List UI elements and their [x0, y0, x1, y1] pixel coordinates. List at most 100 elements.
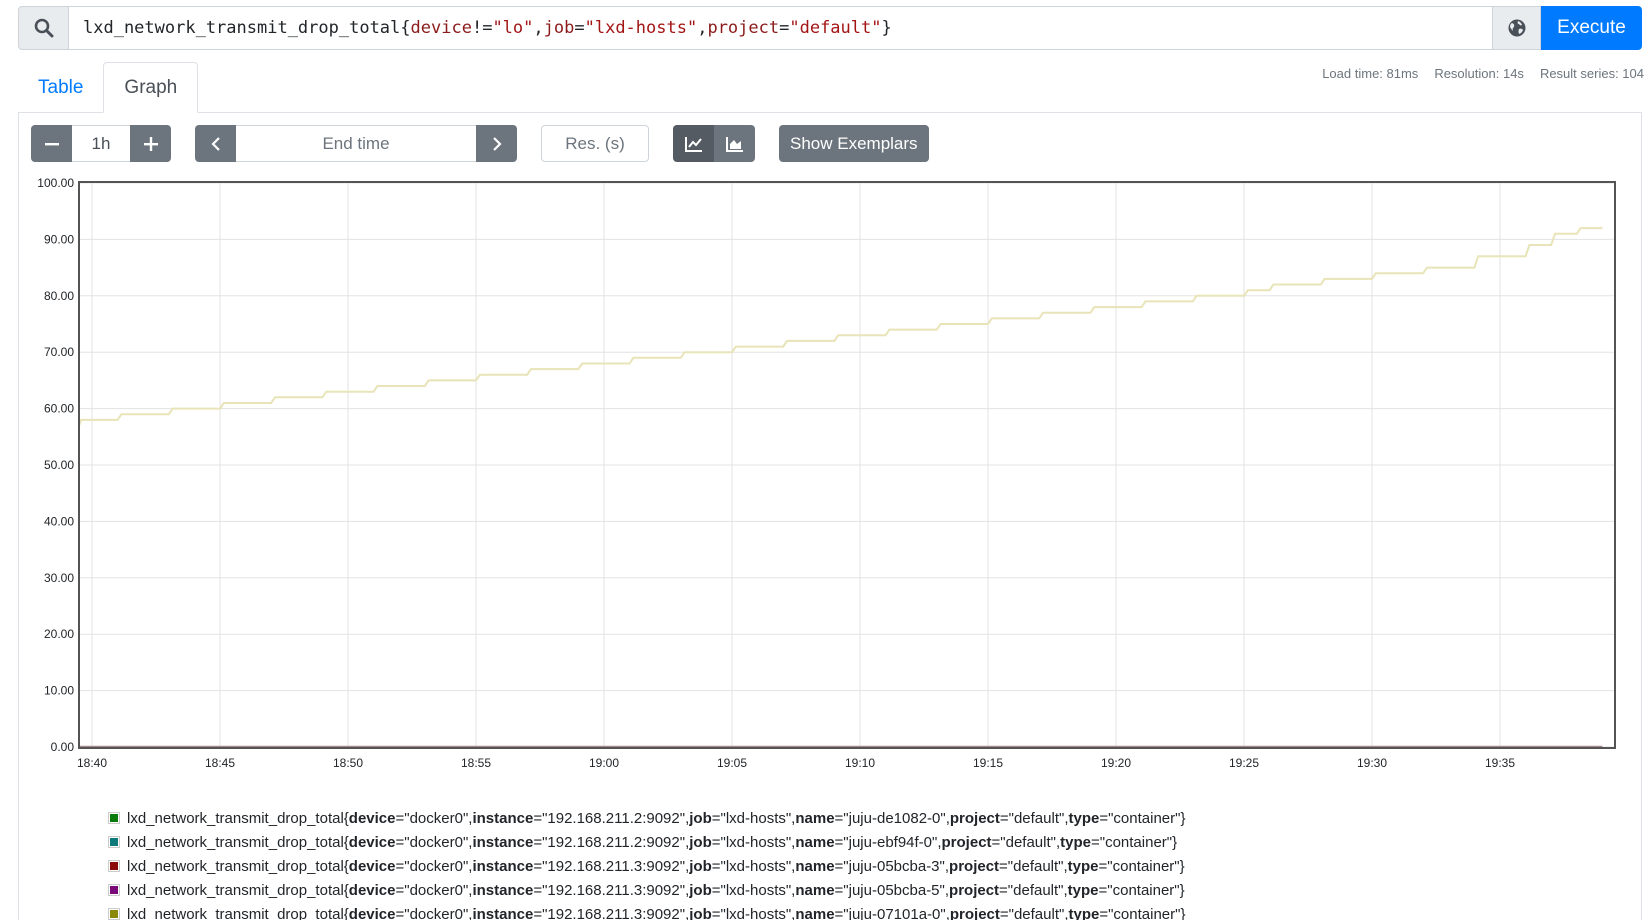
legend-label-value: ="juju-de1082-0", [834, 809, 950, 827]
legend-label-key: device [348, 881, 396, 899]
y-tick-label: 50.00 [44, 458, 74, 472]
legend-label-value: ="juju-05bcba-5", [834, 881, 950, 899]
y-tick-label: 90.00 [44, 232, 74, 246]
y-tick-label: 30.00 [44, 571, 74, 585]
legend-label-value: ="lxd-hosts", [711, 809, 796, 827]
legend-label-value: ="default", [999, 809, 1069, 827]
legend-label-key: instance [472, 881, 534, 899]
legend-label-key: project [949, 905, 1000, 920]
legend-label-value: ="default", [991, 833, 1061, 851]
legend-label-key: device [348, 833, 396, 851]
legend-label-key: name [795, 833, 835, 851]
legend-label-key: type [1067, 881, 1099, 899]
legend-label-value: ="container"} [1099, 905, 1186, 920]
legend-label-value: ="docker0", [395, 833, 473, 851]
legend-label-key: job [689, 833, 712, 851]
series-line[interactable] [78, 227, 1603, 426]
legend-label-key: name [795, 857, 835, 875]
legend-label-key: job [689, 881, 712, 899]
legend-label-value: ="lxd-hosts", [711, 905, 796, 920]
y-tick-label: 100.00 [37, 176, 74, 190]
y-tick-label: 40.00 [44, 514, 74, 528]
x-tick-label: 19:25 [1229, 756, 1259, 770]
legend-label-key: project [949, 809, 1000, 827]
x-axis-ticks: 18:40 18:45 18:50 18:55 19:00 19:05 19:10 19:15… [77, 756, 1515, 770]
legend-label-key: type [1068, 809, 1100, 827]
x-tick-label: 19:30 [1357, 756, 1387, 770]
legend-label-value: ="juju-ebf94f-0", [834, 833, 942, 851]
legend-label-value: ="docker0", [395, 905, 473, 920]
x-tick-label: 19:00 [589, 756, 619, 770]
graph-grid [80, 182, 1614, 748]
legend-label-key: device [348, 809, 396, 827]
legend-label-key: name [795, 881, 835, 899]
legend-metric-name: lxd_network_transmit_drop_total{ [127, 809, 349, 827]
legend-item[interactable]: lxd_network_transmit_drop_total{device ="… [108, 878, 1185, 902]
legend-label-value: ="192.168.211.2:9092", [533, 833, 690, 851]
legend-label-value: ="192.168.211.2:9092", [533, 809, 690, 827]
graph-series [78, 227, 1603, 749]
y-tick-label: 10.00 [44, 684, 74, 698]
time-series-graph[interactable]: 0.00 10.00 20.00 30.00 40.00 50.00 60.00 70.00 8… [0, 0, 1652, 790]
y-tick-label: 20.00 [44, 627, 74, 641]
legend-swatch [108, 836, 120, 848]
x-tick-label: 19:35 [1485, 756, 1515, 770]
legend-label-value: ="container"} [1091, 833, 1178, 851]
legend-label-key: type [1068, 905, 1100, 920]
legend-item[interactable]: lxd_network_transmit_drop_total{device ="… [108, 830, 1185, 854]
legend-label-value: ="default", [999, 857, 1068, 875]
legend-label-value: ="docker0", [395, 809, 473, 827]
legend-label-key: type [1067, 857, 1099, 875]
x-tick-label: 19:20 [1101, 756, 1131, 770]
legend-label-value: ="docker0", [395, 857, 473, 875]
legend-item[interactable]: lxd_network_transmit_drop_total{device ="… [108, 806, 1185, 830]
legend-swatch-color [110, 886, 118, 894]
x-tick-label: 19:05 [717, 756, 747, 770]
x-tick-label: 18:45 [205, 756, 235, 770]
legend-label-key: device [348, 905, 396, 920]
legend-item[interactable]: lxd_network_transmit_drop_total{device ="… [108, 902, 1185, 920]
legend-label-value: ="lxd-hosts", [711, 881, 796, 899]
legend-label-value: ="container"} [1098, 881, 1185, 899]
legend-label-value: ="192.168.211.3:9092", [533, 881, 690, 899]
legend-item[interactable]: lxd_network_transmit_drop_total{device ="… [108, 854, 1185, 878]
y-axis-ticks: 0.00 10.00 20.00 30.00 40.00 50.00 60.00 70.00 8… [37, 176, 74, 754]
legend-label-key: project [949, 881, 1000, 899]
legend-label-key: type [1060, 833, 1091, 851]
series-legend: lxd_network_transmit_drop_total{device ="… [108, 806, 1185, 920]
legend-label-value: ="container"} [1098, 857, 1185, 875]
legend-label-key: job [689, 809, 712, 827]
legend-label-key: job [689, 857, 712, 875]
legend-label-key: instance [472, 857, 534, 875]
x-tick-label: 19:10 [845, 756, 875, 770]
y-tick-label: 70.00 [44, 345, 74, 359]
legend-metric-name: lxd_network_transmit_drop_total{ [127, 857, 349, 875]
legend-label-key: project [941, 833, 992, 851]
legend-label-key: name [795, 905, 835, 920]
legend-label-key: project [949, 857, 1000, 875]
legend-label-value: ="192.168.211.3:9092", [533, 905, 690, 920]
legend-metric-name: lxd_network_transmit_drop_total{ [127, 833, 349, 851]
legend-swatch-color [110, 838, 118, 846]
y-tick-label: 80.00 [44, 289, 74, 303]
legend-label-key: instance [472, 833, 534, 851]
legend-label-value: ="default", [999, 881, 1068, 899]
x-tick-label: 18:40 [77, 756, 107, 770]
y-tick-label: 0.00 [51, 740, 75, 754]
tab-graph[interactable]: Graph [103, 62, 199, 113]
x-tick-label: 18:55 [461, 756, 491, 770]
x-tick-label: 19:15 [973, 756, 1003, 770]
legend-label-key: job [689, 905, 712, 920]
legend-label-value: ="lxd-hosts", [711, 833, 796, 851]
legend-label-key: instance [472, 905, 534, 920]
legend-metric-name: lxd_network_transmit_drop_total{ [127, 881, 349, 899]
legend-label-key: name [795, 809, 835, 827]
legend-swatch [108, 860, 120, 872]
x-tick-label: 18:50 [333, 756, 363, 770]
legend-label-value: ="juju-07101a-0", [834, 905, 950, 920]
legend-label-value: ="docker0", [395, 881, 473, 899]
legend-swatch-color [110, 910, 118, 918]
legend-label-value: ="default", [999, 905, 1069, 920]
legend-label-key: instance [472, 809, 534, 827]
legend-label-value: ="container"} [1099, 809, 1186, 827]
